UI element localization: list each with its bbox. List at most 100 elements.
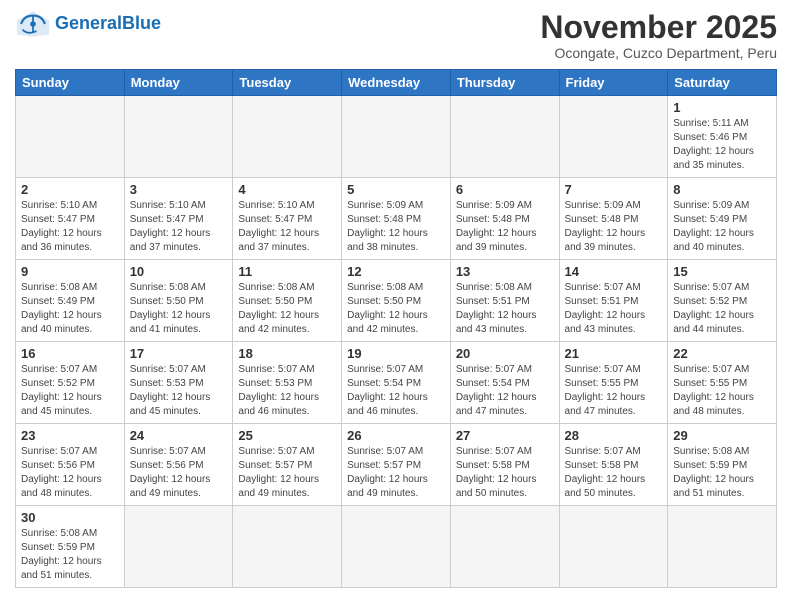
day-info: Sunrise: 5:09 AM Sunset: 5:48 PM Dayligh… xyxy=(456,199,554,255)
title-block: November 2025 Ocongate, Cuzco Department… xyxy=(540,10,777,61)
calendar-day-cell: 4Sunrise: 5:10 AM Sunset: 5:47 PM Daylig… xyxy=(233,178,342,260)
day-info: Sunrise: 5:09 AM Sunset: 5:48 PM Dayligh… xyxy=(565,199,663,255)
logo-general: General xyxy=(55,13,122,33)
day-number: 5 xyxy=(347,182,445,197)
calendar-day-cell xyxy=(559,506,668,588)
calendar-day-cell: 24 Sunrise: 5:07 AM Sunset: 5:56 PM Dayli… xyxy=(124,424,233,506)
calendar-day-cell xyxy=(233,96,342,178)
day-number: 18 xyxy=(238,346,336,361)
day-info: Sunrise: 5:11 AM Sunset: 5:46 PM Dayligh… xyxy=(673,117,771,173)
calendar-day-cell: 28Sunrise: 5:07 AM Sunset: 5:58 PM Dayli… xyxy=(559,424,668,506)
day-number: 1 xyxy=(673,100,771,115)
day-number: 11 xyxy=(238,264,336,279)
calendar-day-cell xyxy=(668,506,777,588)
calendar-day-cell: 8 Sunrise: 5:09 AM Sunset: 5:49 PM Daylig… xyxy=(668,178,777,260)
calendar-day-cell xyxy=(342,506,451,588)
day-number: 15 xyxy=(673,264,771,279)
calendar-day-cell: 23 Sunrise: 5:07 AM Sunset: 5:56 PM Dayli… xyxy=(16,424,125,506)
day-info: Sunrise: 5:07 AM Sunset: 5:56 PM Dayligh… xyxy=(130,445,228,501)
calendar-table: SundayMondayTuesdayWednesdayThursdayFrid… xyxy=(15,69,777,588)
day-info: Sunrise: 5:07 AM Sunset: 5:57 PM Dayligh… xyxy=(238,445,336,501)
day-number: 27 xyxy=(456,428,554,443)
day-info: Sunrise: 5:07 AM Sunset: 5:53 PM Dayligh… xyxy=(130,363,228,419)
day-info: Sunrise: 5:07 AM Sunset: 5:56 PM Dayligh… xyxy=(21,445,119,501)
calendar-day-header: Thursday xyxy=(450,70,559,96)
calendar-day-cell: 9 Sunrise: 5:08 AM Sunset: 5:49 PM Daylig… xyxy=(16,260,125,342)
page-header: GeneralBlue November 2025 Ocongate, Cuzc… xyxy=(15,10,777,61)
day-info: Sunrise: 5:07 AM Sunset: 5:51 PM Dayligh… xyxy=(565,281,663,337)
calendar-day-header: Saturday xyxy=(668,70,777,96)
month-title: November 2025 xyxy=(540,10,777,45)
day-number: 8 xyxy=(673,182,771,197)
calendar-day-cell xyxy=(342,96,451,178)
day-info: Sunrise: 5:08 AM Sunset: 5:50 PM Dayligh… xyxy=(238,281,336,337)
day-info: Sunrise: 5:08 AM Sunset: 5:50 PM Dayligh… xyxy=(347,281,445,337)
day-number: 19 xyxy=(347,346,445,361)
day-info: Sunrise: 5:07 AM Sunset: 5:54 PM Dayligh… xyxy=(347,363,445,419)
calendar-day-header: Tuesday xyxy=(233,70,342,96)
calendar-week-row: 16Sunrise: 5:07 AM Sunset: 5:52 PM Dayli… xyxy=(16,342,777,424)
day-number: 10 xyxy=(130,264,228,279)
day-info: Sunrise: 5:09 AM Sunset: 5:49 PM Dayligh… xyxy=(673,199,771,255)
calendar-day-header: Monday xyxy=(124,70,233,96)
calendar-day-cell: 10Sunrise: 5:08 AM Sunset: 5:50 PM Dayli… xyxy=(124,260,233,342)
calendar-day-header: Wednesday xyxy=(342,70,451,96)
calendar-day-cell: 18 Sunrise: 5:07 AM Sunset: 5:53 PM Dayli… xyxy=(233,342,342,424)
calendar-week-row: 1 Sunrise: 5:11 AM Sunset: 5:46 PM Daylig… xyxy=(16,96,777,178)
calendar-day-cell xyxy=(450,96,559,178)
day-info: Sunrise: 5:09 AM Sunset: 5:48 PM Dayligh… xyxy=(347,199,445,255)
logo-blue-text: Blue xyxy=(122,13,161,33)
calendar-week-row: 23 Sunrise: 5:07 AM Sunset: 5:56 PM Dayli… xyxy=(16,424,777,506)
calendar-day-cell xyxy=(124,506,233,588)
day-number: 12 xyxy=(347,264,445,279)
calendar-day-cell: 22 Sunrise: 5:07 AM Sunset: 5:55 PM Dayli… xyxy=(668,342,777,424)
calendar-week-row: 2 Sunrise: 5:10 AM Sunset: 5:47 PM Daylig… xyxy=(16,178,777,260)
calendar-day-cell: 30 Sunrise: 5:08 AM Sunset: 5:59 PM Dayli… xyxy=(16,506,125,588)
logo-text: GeneralBlue xyxy=(55,14,161,34)
day-info: Sunrise: 5:07 AM Sunset: 5:57 PM Dayligh… xyxy=(347,445,445,501)
day-number: 7 xyxy=(565,182,663,197)
calendar-day-cell: 17Sunrise: 5:07 AM Sunset: 5:53 PM Dayli… xyxy=(124,342,233,424)
calendar-day-cell: 5 Sunrise: 5:09 AM Sunset: 5:48 PM Daylig… xyxy=(342,178,451,260)
calendar-day-cell: 13 Sunrise: 5:08 AM Sunset: 5:51 PM Dayli… xyxy=(450,260,559,342)
day-info: Sunrise: 5:08 AM Sunset: 5:59 PM Dayligh… xyxy=(21,527,119,583)
day-number: 9 xyxy=(21,264,119,279)
day-number: 14 xyxy=(565,264,663,279)
calendar-day-cell: 16Sunrise: 5:07 AM Sunset: 5:52 PM Dayli… xyxy=(16,342,125,424)
day-info: Sunrise: 5:10 AM Sunset: 5:47 PM Dayligh… xyxy=(130,199,228,255)
day-info: Sunrise: 5:07 AM Sunset: 5:53 PM Dayligh… xyxy=(238,363,336,419)
calendar-day-cell: 29Sunrise: 5:08 AM Sunset: 5:59 PM Dayli… xyxy=(668,424,777,506)
calendar-day-cell: 26 Sunrise: 5:07 AM Sunset: 5:57 PM Dayli… xyxy=(342,424,451,506)
day-info: Sunrise: 5:08 AM Sunset: 5:59 PM Dayligh… xyxy=(673,445,771,501)
calendar-day-cell: 20 Sunrise: 5:07 AM Sunset: 5:54 PM Dayli… xyxy=(450,342,559,424)
day-number: 28 xyxy=(565,428,663,443)
day-number: 23 xyxy=(21,428,119,443)
calendar-day-cell: 3 Sunrise: 5:10 AM Sunset: 5:47 PM Daylig… xyxy=(124,178,233,260)
calendar-day-cell xyxy=(450,506,559,588)
day-number: 25 xyxy=(238,428,336,443)
day-info: Sunrise: 5:07 AM Sunset: 5:55 PM Dayligh… xyxy=(673,363,771,419)
day-info: Sunrise: 5:07 AM Sunset: 5:52 PM Dayligh… xyxy=(21,363,119,419)
day-number: 6 xyxy=(456,182,554,197)
day-number: 20 xyxy=(456,346,554,361)
day-number: 13 xyxy=(456,264,554,279)
day-number: 24 xyxy=(130,428,228,443)
day-number: 2 xyxy=(21,182,119,197)
day-info: Sunrise: 5:08 AM Sunset: 5:49 PM Dayligh… xyxy=(21,281,119,337)
calendar-day-cell: 6 Sunrise: 5:09 AM Sunset: 5:48 PM Daylig… xyxy=(450,178,559,260)
day-number: 22 xyxy=(673,346,771,361)
calendar-day-cell: 15 Sunrise: 5:07 AM Sunset: 5:52 PM Dayli… xyxy=(668,260,777,342)
day-number: 3 xyxy=(130,182,228,197)
day-info: Sunrise: 5:10 AM Sunset: 5:47 PM Dayligh… xyxy=(238,199,336,255)
location-subtitle: Ocongate, Cuzco Department, Peru xyxy=(540,45,777,61)
calendar-week-row: 9 Sunrise: 5:08 AM Sunset: 5:49 PM Daylig… xyxy=(16,260,777,342)
day-info: Sunrise: 5:10 AM Sunset: 5:47 PM Dayligh… xyxy=(21,199,119,255)
day-info: Sunrise: 5:07 AM Sunset: 5:52 PM Dayligh… xyxy=(673,281,771,337)
calendar-day-cell: 7 Sunrise: 5:09 AM Sunset: 5:48 PM Daylig… xyxy=(559,178,668,260)
day-info: Sunrise: 5:07 AM Sunset: 5:54 PM Dayligh… xyxy=(456,363,554,419)
day-number: 30 xyxy=(21,510,119,525)
calendar-day-cell: 27Sunrise: 5:07 AM Sunset: 5:58 PM Dayli… xyxy=(450,424,559,506)
day-info: Sunrise: 5:08 AM Sunset: 5:51 PM Dayligh… xyxy=(456,281,554,337)
day-number: 26 xyxy=(347,428,445,443)
calendar-header-row: SundayMondayTuesdayWednesdayThursdayFrid… xyxy=(16,70,777,96)
